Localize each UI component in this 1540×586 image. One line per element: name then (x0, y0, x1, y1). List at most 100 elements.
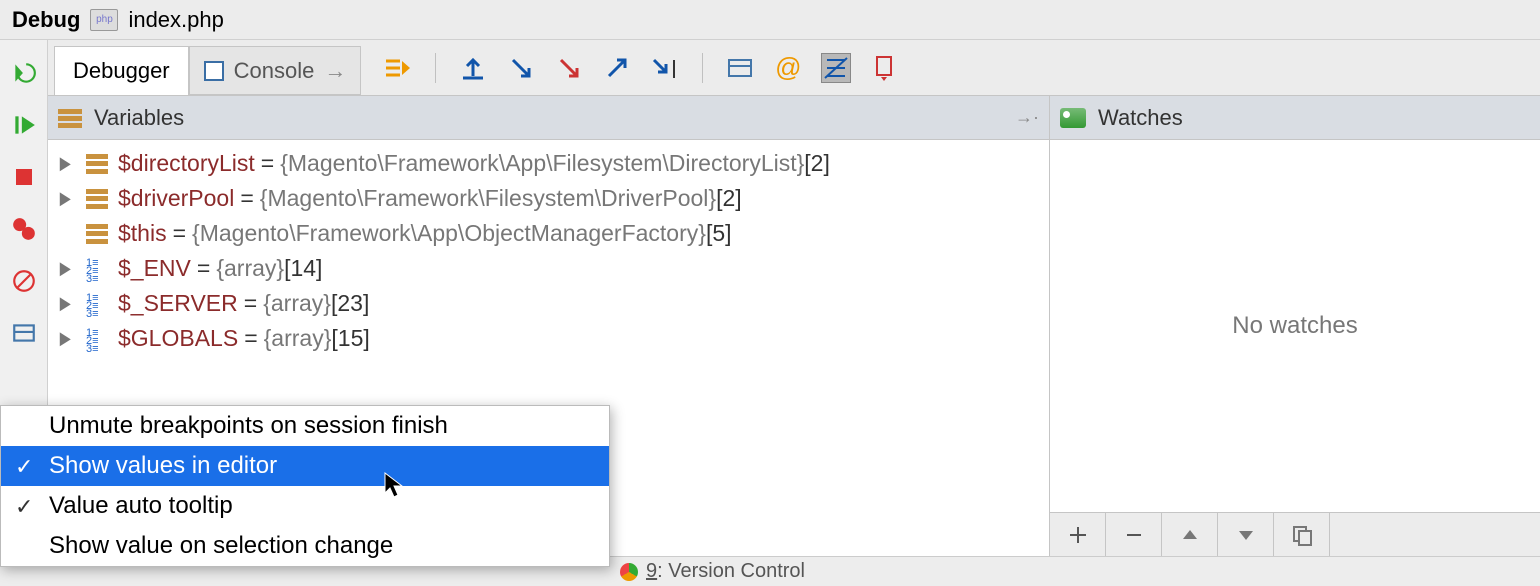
variables-header-icon (58, 108, 82, 128)
variables-header-arrow-icon[interactable]: →· (1015, 107, 1039, 128)
tab-debugger[interactable]: Debugger (54, 46, 189, 95)
step-into-icon[interactable] (506, 53, 536, 83)
check-icon: ✓ (15, 454, 33, 480)
menu-item-label: Unmute breakpoints on session finish (49, 412, 448, 439)
watches-header: Watches (1050, 96, 1540, 140)
step-toolbar: @ (361, 40, 899, 95)
php-file-icon: php (90, 9, 118, 31)
array-icon: 1≡2≡3≡ (86, 329, 108, 349)
breadcrumb-bar: Debug php index.php (0, 0, 1540, 40)
variable-row[interactable]: ▶ 1≡2≡3≡ $_SERVER = {array} [23] (48, 286, 1049, 321)
variables-header: Variables →· (48, 96, 1049, 140)
settings-toggle-icon[interactable] (821, 53, 851, 83)
show-execution-point-icon[interactable] (383, 53, 413, 83)
menu-item[interactable]: Unmute breakpoints on session finish (1, 406, 609, 446)
version-control-button[interactable]: 9: Version Control (646, 560, 805, 583)
variable-count: [14] (284, 255, 322, 282)
variable-count: [23] (331, 290, 369, 317)
copy-watches-button[interactable] (1274, 513, 1330, 556)
step-over-icon[interactable] (458, 53, 488, 83)
variable-row[interactable]: ▶ 1≡2≡3≡ $_ENV = {array} [14] (48, 251, 1049, 286)
variable-row[interactable]: $this = {Magento\Framework\App\ObjectMan… (48, 216, 1049, 251)
remove-watch-button[interactable] (1106, 513, 1162, 556)
variable-name: $_ENV (118, 255, 191, 282)
equals-sign: = (261, 150, 274, 177)
no-watches-label: No watches (1232, 312, 1357, 340)
add-watch-button[interactable] (1050, 513, 1106, 556)
move-down-button[interactable] (1218, 513, 1274, 556)
run-to-cursor-icon[interactable] (650, 53, 680, 83)
variable-row[interactable]: ▶ $driverPool = {Magento\Framework\Filesy… (48, 181, 1049, 216)
variable-value: {Magento\Framework\App\Filesystem\Direct… (280, 150, 804, 177)
menu-item[interactable]: ✓ Show values in editor (1, 446, 609, 486)
expand-arrow-icon[interactable]: ▶ (60, 293, 74, 314)
variable-row[interactable]: ▶ $directoryList = {Magento\Framework\App… (48, 146, 1049, 181)
menu-item-label: Value auto tooltip (49, 492, 233, 519)
separator (702, 53, 703, 83)
watches-header-icon (1060, 108, 1086, 128)
variable-count: [2] (804, 150, 830, 177)
array-icon: 1≡2≡3≡ (86, 294, 108, 314)
tab-console-label: Console (234, 58, 315, 84)
variable-count: [15] (331, 325, 369, 352)
vc-mnemonic: 9 (646, 560, 657, 582)
force-step-into-icon[interactable] (554, 53, 584, 83)
variable-value: {Magento\Framework\App\ObjectManagerFact… (192, 220, 706, 247)
variable-name: $this (118, 220, 167, 247)
check-icon: ✓ (15, 494, 33, 520)
rerun-icon[interactable] (9, 58, 39, 88)
evaluate-expression-icon[interactable] (725, 53, 755, 83)
variable-name: $directoryList (118, 150, 255, 177)
console-pin-icon[interactable]: → (324, 58, 346, 84)
object-icon (86, 224, 108, 244)
at-icon[interactable]: @ (773, 53, 803, 83)
tab-console[interactable]: Console → (189, 46, 362, 95)
file-name: index.php (128, 7, 223, 33)
variable-row[interactable]: ▶ 1≡2≡3≡ $GLOBALS = {array} [15] (48, 321, 1049, 356)
array-icon: 1≡2≡3≡ (86, 259, 108, 279)
variable-count: [5] (706, 220, 732, 247)
expand-arrow-icon[interactable]: ▶ (60, 153, 74, 174)
stop-icon[interactable] (9, 162, 39, 192)
variable-count: [2] (716, 185, 742, 212)
expand-arrow-icon[interactable]: ▶ (60, 188, 74, 209)
variable-name: $_SERVER (118, 290, 238, 317)
variable-value: {array} (264, 325, 332, 352)
move-up-button[interactable] (1162, 513, 1218, 556)
equals-sign: = (240, 185, 253, 212)
variable-value: {array} (216, 255, 284, 282)
equals-sign: = (173, 220, 186, 247)
tab-debugger-label: Debugger (73, 58, 170, 84)
menu-item[interactable]: ✓ Value auto tooltip (1, 486, 609, 526)
debug-settings-menu[interactable]: Unmute breakpoints on session finish ✓ Sho… (0, 405, 610, 567)
step-out-icon[interactable] (602, 53, 632, 83)
variable-value: {Magento\Framework\Filesystem\DriverPool… (260, 185, 716, 212)
equals-sign: = (197, 255, 210, 282)
breakpoints-icon[interactable] (9, 214, 39, 244)
watches-body: No watches (1050, 140, 1540, 512)
expand-arrow-icon[interactable]: ▶ (60, 258, 74, 279)
menu-item-label: Show values in editor (49, 452, 277, 479)
equals-sign: = (244, 325, 257, 352)
separator (435, 53, 436, 83)
console-icon (204, 61, 224, 81)
watches-toolbar (1050, 512, 1540, 556)
variable-value: {array} (263, 290, 331, 317)
watches-title: Watches (1098, 105, 1183, 131)
resume-icon[interactable] (9, 110, 39, 140)
object-icon (86, 154, 108, 174)
pin-tab-icon[interactable] (869, 53, 899, 83)
variable-name: $driverPool (118, 185, 234, 212)
expand-arrow-icon[interactable]: ▶ (60, 328, 74, 349)
menu-item[interactable]: Show value on selection change (1, 526, 609, 566)
version-control-icon (620, 563, 638, 581)
variable-name: $GLOBALS (118, 325, 238, 352)
debug-toolbar: Debugger Console → (48, 40, 1540, 96)
mute-breakpoints-icon[interactable] (9, 266, 39, 296)
variables-title: Variables (94, 105, 184, 131)
layout-icon[interactable] (9, 318, 39, 348)
debug-section-label: Debug (12, 7, 80, 33)
equals-sign: = (244, 290, 257, 317)
object-icon (86, 189, 108, 209)
vc-label: : Version Control (657, 560, 805, 582)
